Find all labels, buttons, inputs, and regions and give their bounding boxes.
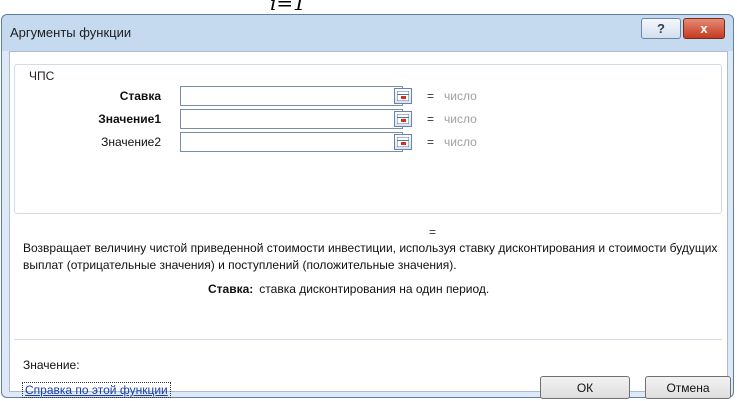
- argument-row-value2: Значение2 = число: [15, 132, 721, 152]
- argument-row-value1: Значение1 = число: [15, 109, 721, 129]
- formula-value-label: Значение:: [23, 358, 80, 372]
- formula-fragment: i=1: [270, 0, 306, 15]
- value1-input[interactable]: [180, 109, 403, 129]
- argument-row-rate: Ставка = число: [15, 86, 721, 106]
- argument-label: Ставка: [119, 89, 161, 103]
- rate-input[interactable]: [180, 86, 403, 106]
- function-arguments-dialog: Аргументы функции ? x ЧПС Ставка = число…: [1, 14, 734, 399]
- equals-sign: =: [427, 112, 435, 126]
- argument-description-text: ставка дисконтирования на один период.: [259, 282, 490, 296]
- argument-label: Значение1: [98, 112, 161, 126]
- collapse-dialog-button[interactable]: [394, 88, 412, 104]
- range-select-icon: [397, 137, 409, 147]
- equals-sign: =: [427, 135, 435, 149]
- collapse-dialog-button[interactable]: [394, 111, 412, 127]
- help-on-function-link[interactable]: Справка по этой функции: [22, 382, 171, 398]
- argument-description-name: Ставка:: [208, 282, 254, 296]
- argument-result: число: [444, 112, 477, 126]
- collapse-dialog-button[interactable]: [394, 134, 412, 150]
- argument-result: число: [444, 89, 477, 103]
- function-result-equals: =: [429, 225, 437, 239]
- range-select-icon: [397, 114, 409, 124]
- help-button[interactable]: ?: [641, 18, 681, 39]
- argument-label: Значение2: [101, 135, 161, 149]
- close-button[interactable]: x: [683, 18, 725, 39]
- ok-button[interactable]: ОК: [540, 376, 630, 399]
- arguments-group: ЧПС Ставка = число Значение1 = число Зна…: [14, 64, 722, 214]
- cancel-button[interactable]: Отмена: [645, 376, 731, 399]
- function-description: Возвращает величину чистой приведенной с…: [23, 241, 718, 272]
- dialog-body: ЧПС Ставка = число Значение1 = число Зна…: [9, 51, 731, 399]
- dialog-title: Аргументы функции: [10, 25, 132, 40]
- range-select-icon: [397, 91, 409, 101]
- argument-description: Ставка: ставка дисконтирования на один пе…: [208, 282, 489, 296]
- divider: [14, 339, 722, 340]
- equals-sign: =: [427, 89, 435, 103]
- function-name: ЧПС: [26, 69, 58, 83]
- title-bar-buttons: ? x: [641, 18, 725, 39]
- question-icon: ?: [657, 21, 665, 36]
- value2-input[interactable]: [180, 132, 403, 152]
- argument-result: число: [444, 135, 477, 149]
- close-icon: x: [700, 21, 708, 36]
